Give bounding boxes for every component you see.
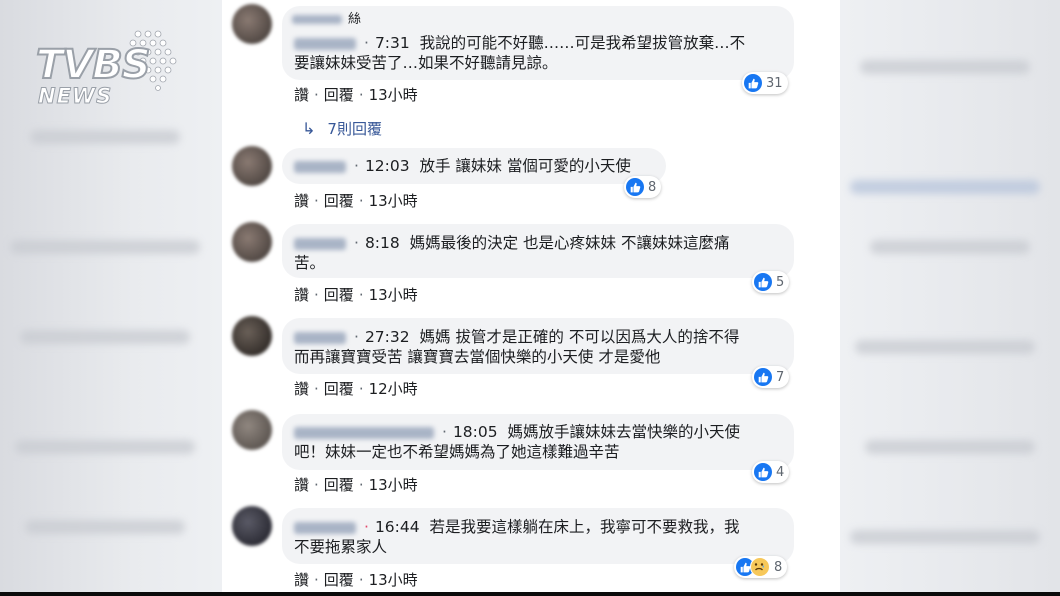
reply-link[interactable]: 回覆: [324, 192, 354, 210]
sad-reaction-icon: [750, 557, 770, 577]
reply-link[interactable]: 回覆: [324, 476, 354, 494]
comment-actions: 讚 · 回覆 · 13小時: [294, 476, 418, 494]
like-icon: [754, 463, 772, 481]
comment-time: 7:31: [374, 34, 410, 52]
comment-actions: 讚 · 回覆 · 13小時: [294, 86, 418, 104]
avatar[interactable]: [232, 222, 272, 262]
comment-time: 18:05: [452, 423, 498, 441]
comment-text: · 12:03 放手 讓妹妹 當個可愛的小天使: [294, 155, 631, 177]
comment-text-line2: 而再讓寶寶受苦 讓寶寶去當個快樂的小天使 才是愛他: [294, 348, 661, 366]
reply-link[interactable]: 回覆: [324, 286, 354, 304]
bottom-frame-edge: [0, 592, 1060, 596]
blurred-text: [30, 130, 180, 144]
comment-actions: 讚 · 回覆 · 13小時: [294, 571, 418, 589]
comment-time: 27:32: [364, 328, 410, 346]
avatar[interactable]: [232, 146, 272, 186]
blurred-text: [865, 440, 1035, 454]
tvbs-news-watermark: TVBS NEWS: [32, 28, 192, 112]
blurred-text: [855, 340, 1035, 354]
like-link[interactable]: 讚: [294, 192, 309, 210]
reaction-count[interactable]: 31: [742, 72, 788, 94]
commenter-name[interactable]: [294, 37, 356, 50]
reaction-count[interactable]: 5: [752, 271, 790, 293]
blurred-text: [25, 520, 185, 534]
commenter-name[interactable]: [294, 160, 346, 173]
comment-text: · 16:44 若是我要這樣躺在床上，我寧可不要救我，我: [294, 516, 739, 538]
reply-link[interactable]: 回覆: [324, 571, 354, 589]
reply-link[interactable]: 回覆: [324, 380, 354, 398]
comment-age[interactable]: 13小時: [369, 571, 418, 589]
view-replies-link[interactable]: ↳ 7則回覆: [302, 118, 382, 139]
reply-arrow-icon: ↳: [302, 119, 316, 138]
commenter-name[interactable]: 絲: [292, 8, 361, 27]
like-icon: [744, 74, 762, 92]
like-icon: [626, 178, 644, 196]
comment-panel: 絲 · 7:31 我說的可能不好聽……可是我希望拔管放棄…不 要讓妹妹受苦了…如果…: [222, 0, 840, 596]
comment-actions: 讚 · 回覆 · 13小時: [294, 192, 418, 210]
comment-text-line2: 苦。: [294, 254, 326, 272]
comment-text-line2: 吧！妹妹一定也不希望媽媽為了她這樣難過辛苦: [294, 443, 620, 461]
comment-time: 12:03: [364, 157, 410, 175]
comment-age[interactable]: 12小時: [369, 380, 418, 398]
blurred-text: [15, 440, 195, 454]
like-icon: [754, 368, 772, 386]
comment-text-line2: 不要拖累家人: [294, 538, 388, 556]
blurred-text: [850, 180, 1040, 194]
avatar[interactable]: [232, 506, 272, 546]
comment-text: · 27:32 媽媽 拔管才是正確的 不可以因爲大人的捨不得: [294, 326, 739, 348]
blurred-text: [870, 240, 1030, 254]
blurred-background-right: [840, 0, 1060, 596]
like-link[interactable]: 讚: [294, 286, 309, 304]
like-link[interactable]: 讚: [294, 86, 309, 104]
commenter-name[interactable]: [294, 237, 346, 250]
comment-actions: 讚 · 回覆 · 13小時: [294, 286, 418, 304]
avatar[interactable]: [232, 316, 272, 356]
comment-text-line2: 要讓妹妹受苦了…如果不好聽請見諒。: [294, 54, 558, 72]
like-icon: [754, 273, 772, 291]
comment-age[interactable]: 13小時: [369, 192, 418, 210]
comment-age[interactable]: 13小時: [369, 286, 418, 304]
comment-text: · 18:05 媽媽放手讓妹妹去當快樂的小天使: [294, 421, 740, 443]
reply-link[interactable]: 回覆: [324, 86, 354, 104]
reaction-count[interactable]: 4: [752, 461, 790, 483]
commenter-name[interactable]: [294, 521, 356, 534]
comment-text: · 7:31 我說的可能不好聽……可是我希望拔管放棄…不: [294, 32, 745, 54]
comment-age[interactable]: 13小時: [369, 476, 418, 494]
reaction-count[interactable]: 8: [734, 556, 788, 578]
logo-sub-text: NEWS: [37, 84, 113, 109]
avatar[interactable]: [232, 410, 272, 450]
commenter-name[interactable]: [294, 426, 434, 439]
blurred-text: [20, 330, 190, 344]
comment-age[interactable]: 13小時: [369, 86, 418, 104]
logo-brand-text: TVBS: [35, 41, 152, 89]
comment-time: 16:44: [374, 518, 420, 536]
blurred-text: [860, 60, 1030, 74]
blurred-text: [850, 530, 1040, 544]
reaction-count[interactable]: 8: [624, 176, 662, 198]
comment-actions: 讚 · 回覆 · 12小時: [294, 380, 418, 398]
comment-time: 8:18: [364, 234, 400, 252]
like-link[interactable]: 讚: [294, 380, 309, 398]
comment-text: · 8:18 媽媽最後的決定 也是心疼妹妹 不讓妹妹這麼痛: [294, 232, 729, 254]
blurred-text: [10, 240, 200, 254]
reaction-count[interactable]: 7: [752, 366, 790, 388]
like-link[interactable]: 讚: [294, 476, 309, 494]
avatar[interactable]: [232, 4, 272, 44]
like-link[interactable]: 讚: [294, 571, 309, 589]
commenter-name[interactable]: [294, 331, 346, 344]
